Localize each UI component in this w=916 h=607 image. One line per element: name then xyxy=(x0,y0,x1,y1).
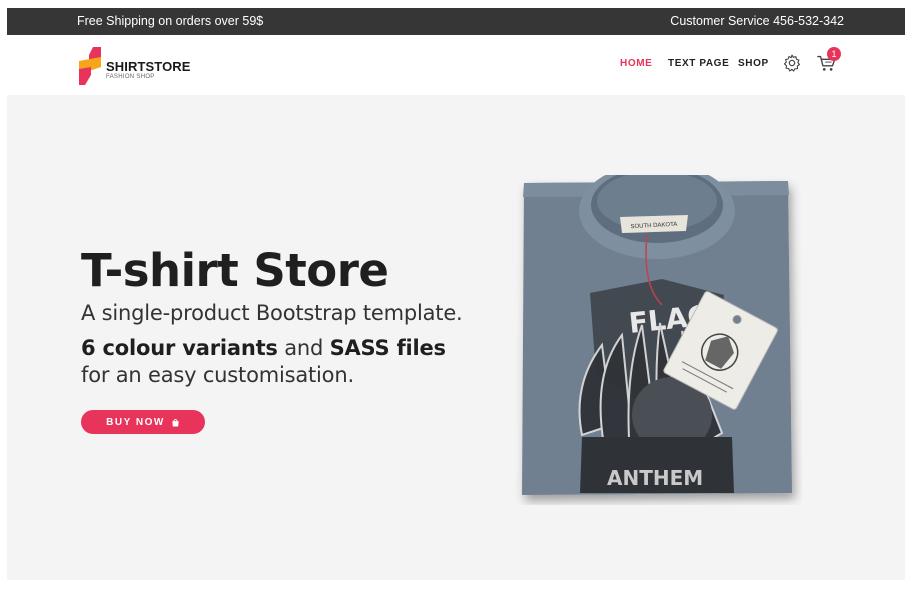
buy-now-button[interactable]: BUY NOW xyxy=(81,410,205,434)
nav-text-page[interactable]: TEXT PAGE xyxy=(668,58,729,69)
logo-mark-icon xyxy=(79,47,101,85)
logo[interactable]: SHIRTSTORE FASHION SHOP xyxy=(75,45,195,87)
print-text-bottom: ANTHEM xyxy=(607,466,703,490)
hero-features: 6 colour variants and SASS files xyxy=(81,336,446,360)
hero-features-tail: for an easy customisation. xyxy=(81,363,354,387)
tshirt-product-image: SOUTH DAKOTA FLAG ANTHEM xyxy=(522,175,792,495)
navbar: SHIRTSTORE FASHION SHOP HOME TEXT PAGE S… xyxy=(7,35,905,95)
feature-sass: SASS files xyxy=(329,336,446,360)
nav-home[interactable]: HOME xyxy=(620,58,652,69)
customer-service: Customer Service 456-532-342 xyxy=(670,14,844,28)
brand-name: SHIRTSTORE xyxy=(106,59,191,74)
brand-tagline: FASHION SHOP xyxy=(106,74,155,80)
feature-variants: 6 colour variants xyxy=(81,336,278,360)
page: Free Shipping on orders over 59$ Custome… xyxy=(7,8,905,580)
top-bar: Free Shipping on orders over 59$ Custome… xyxy=(7,8,905,35)
nav-shop[interactable]: SHOP xyxy=(738,58,769,69)
shipping-notice: Free Shipping on orders over 59$ xyxy=(77,14,264,28)
buy-now-label: BUY NOW xyxy=(106,416,165,428)
shopping-bag-icon xyxy=(172,418,179,427)
hero-subtitle: A single-product Bootstrap template. xyxy=(81,301,463,325)
hero-title: T-shirt Store xyxy=(81,244,389,297)
hero-section: T-shirt Store A single-product Bootstrap… xyxy=(7,95,905,580)
gear-icon[interactable] xyxy=(782,53,802,73)
feature-conjunction: and xyxy=(277,336,330,360)
cart-count-badge: 1 xyxy=(827,47,841,61)
